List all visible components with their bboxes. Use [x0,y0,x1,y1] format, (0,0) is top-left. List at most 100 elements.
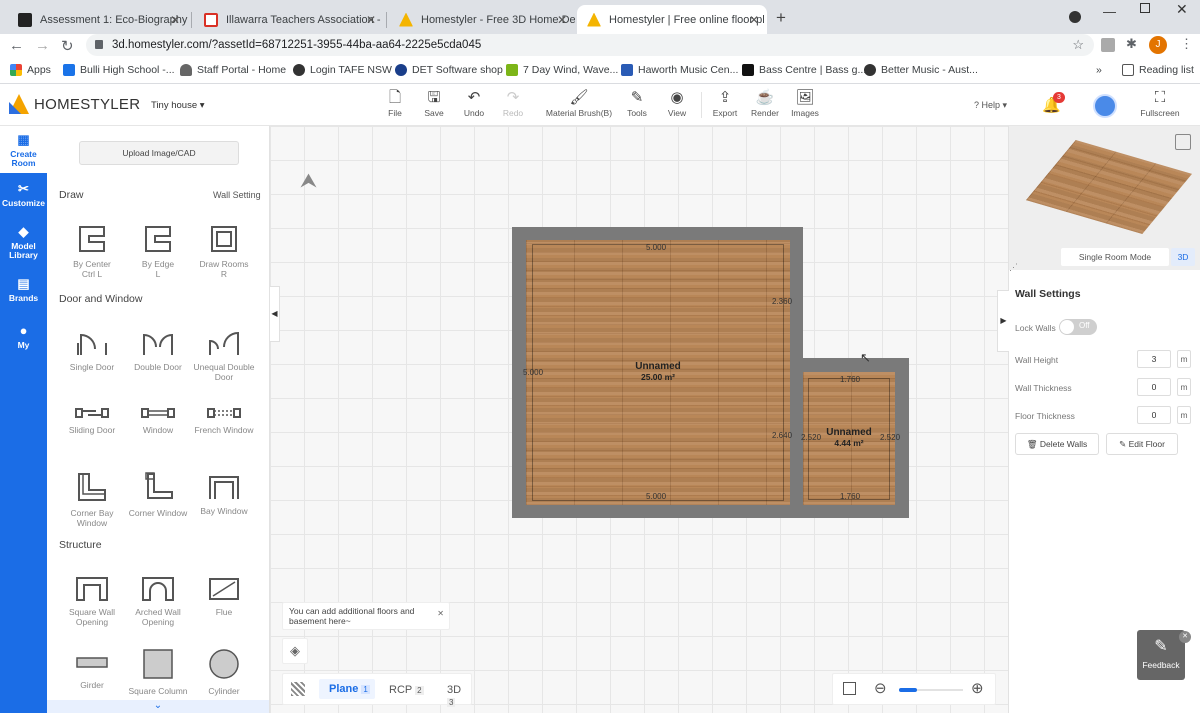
nav-customize[interactable]: ✂ Customize [0,181,47,208]
nav-brands[interactable]: ▤ Brands [0,276,47,303]
profile-avatar[interactable]: J [1149,36,1167,54]
compass-icon: ⮝ [300,170,317,192]
project-dropdown[interactable]: Tiny house ▾ [151,100,205,111]
double-door-tool[interactable]: Double Door [123,329,193,372]
close-icon[interactable]: ✕ [366,13,376,27]
bookmarks-overflow-icon[interactable]: » [1096,64,1102,76]
tab-plane[interactable]: Plane 1 [319,679,375,699]
bay-window-tool[interactable]: Bay Window [189,471,259,516]
upload-image-cad-button[interactable]: Upload Image/CAD [79,141,239,165]
url-bar[interactable]: 3d.homestyler.com/?assetId=68712251-3955… [86,34,1094,56]
edit-floor-button[interactable]: ✎ Edit Floor [1106,433,1178,455]
expand-preview-icon[interactable] [1175,134,1191,150]
star-icon[interactable]: ☆ [1072,34,1084,56]
browser-tab-active[interactable]: Homestyler | Free online floor pl ✕ [577,5,767,34]
browser-tab[interactable]: Homestyler - Free 3D Home De ✕ [389,5,575,34]
close-icon[interactable]: ✕ [437,609,444,619]
user-avatar[interactable] [1093,94,1117,118]
floor-thickness-input[interactable]: 0 [1137,406,1171,424]
resize-handle-icon[interactable]: ⋰ [1009,262,1018,273]
bookmark-item[interactable]: Haworth Music Cen... [621,64,738,76]
reload-icon[interactable]: ↻ [61,37,74,55]
help-button[interactable]: ? Help ▾ [974,100,1007,111]
material-brush-button[interactable]: 🖌 Material Brush(B) [539,88,619,118]
tab-search-icon[interactable] [1069,11,1081,23]
bookmark-apps[interactable]: Apps [10,64,51,76]
3d-preview[interactable]: Single Room Mode 3D [1009,126,1200,270]
bookmark-item[interactable]: Bulli High School -... [63,64,175,76]
arched-wall-opening-tool[interactable]: Arched Wall Opening [123,576,193,627]
brands-icon: ▤ [17,276,30,291]
french-window-tool[interactable]: French Window [189,406,259,435]
lock-walls-toggle[interactable]: Off [1059,319,1097,335]
fullscreen-button[interactable]: ⛶ Fullscreen [1130,88,1190,118]
menu-icon[interactable]: ⋮ [1180,36,1193,52]
close-icon[interactable]: ✕ [1179,631,1191,643]
wall-thickness-input[interactable]: 0 [1137,378,1171,396]
nav-create-room[interactable]: ▦ Create Room [0,126,47,173]
extension-icon[interactable] [1101,38,1115,52]
by-edge-tool[interactable]: By Edge L [123,224,193,279]
nav-model-library[interactable]: ◆ Model Library [0,224,47,260]
delete-walls-button[interactable]: 🗑 Delete Walls [1015,433,1099,455]
bookmark-item[interactable]: Bass Centre | Bass g... [742,64,866,76]
scroll-down-icon[interactable]: ⌄ [47,700,269,713]
by-center-tool[interactable]: By Center Ctrl L [57,224,127,279]
tab-3d[interactable]: 3D 3 [447,684,471,708]
3d-toggle-button[interactable]: 3D [1171,248,1195,266]
floor-pattern-icon[interactable] [291,682,305,696]
layers-icon[interactable]: ◈ [282,638,308,664]
cylinder-tool[interactable]: Cylinder [189,649,259,696]
zoom-out-icon[interactable]: ⊖ [874,679,887,697]
wall-thickness-label: Wall Thickness [1015,383,1072,393]
browser-tab[interactable]: Illawarra Teachers Association - ✕ [194,5,384,34]
zoom-slider[interactable] [899,688,963,692]
square-wall-opening-tool[interactable]: Square Wall Opening [57,576,127,627]
bookmark-item[interactable]: 7 Day Wind, Wave... [506,64,618,76]
redo-button[interactable]: ↷ Redo [488,88,538,118]
sliding-door-tool[interactable]: Sliding Door [57,406,127,435]
zoom-in-icon[interactable]: ⊕ [971,679,984,697]
right-panel: Single Room Mode 3D ⋰ ▶ Wall Settings Lo… [997,126,1200,713]
bookmark-item[interactable]: Login TAFE NSW [293,64,392,76]
nav-my[interactable]: ● My [0,323,47,350]
window-tool[interactable]: Window [123,406,193,435]
bookmark-item[interactable]: Staff Portal - Home [180,64,286,76]
floor-plan-canvas[interactable]: ◀ ⮝ 5.000 5.000 5.000 2.360 2.640 1.760 … [270,126,1008,713]
unequal-double-door-tool[interactable]: Unequal Double Door [189,329,259,382]
single-room-mode-button[interactable]: Single Room Mode [1061,248,1169,266]
corner-window-tool[interactable]: Corner Window [123,471,193,518]
back-icon[interactable]: ← [9,37,24,54]
wall-setting-link[interactable]: Wall Setting [213,190,261,200]
puzzle-icon[interactable]: ✱ [1126,36,1137,52]
images-button[interactable]: 🖼 Images [780,88,830,118]
new-tab-icon[interactable]: + [776,8,786,28]
flue-tool[interactable]: Flue [189,576,259,617]
collapse-right-panel-icon[interactable]: ▶ [997,290,1009,352]
close-icon[interactable]: ✕ [749,13,759,27]
floors-tip: You can add additional floors and baseme… [282,602,450,630]
minimize-icon[interactable]: — [1103,4,1116,19]
close-icon[interactable]: ✕ [557,13,567,27]
girder-tool[interactable]: Girder [57,649,127,690]
bookmark-item[interactable]: Better Music - Aust... [864,64,978,76]
fit-view-icon[interactable] [843,682,856,695]
maximize-icon[interactable] [1140,3,1150,13]
reading-list[interactable]: Reading list [1122,64,1194,76]
room-1-label[interactable]: Unnamed 25.00 m² [620,361,696,383]
close-icon[interactable]: ✕ [170,13,180,27]
square-column-tool[interactable]: Square Column [123,649,193,696]
single-door-tool[interactable]: Single Door [57,329,127,372]
forward-icon[interactable]: → [35,37,50,54]
corner-bay-window-tool[interactable]: Corner Bay Window [57,471,127,528]
tab-rcp[interactable]: RCP 2 [389,684,424,696]
bookmark-item[interactable]: DET Software shop [395,64,503,76]
view-button[interactable]: ◉ View [652,88,702,118]
browser-tab[interactable]: Assessment 1: Eco-Biography – ✕ [8,5,188,34]
feedback-button[interactable]: ✎ Feedback [1137,630,1185,680]
collapse-left-panel-icon[interactable]: ◀ [270,286,280,342]
window-close-icon[interactable]: ✕ [1176,1,1188,18]
wall-height-input[interactable]: 3 [1137,350,1171,368]
room-2-label[interactable]: Unnamed 4.44 m² [816,427,882,449]
draw-rooms-tool[interactable]: Draw Rooms R [189,224,259,279]
